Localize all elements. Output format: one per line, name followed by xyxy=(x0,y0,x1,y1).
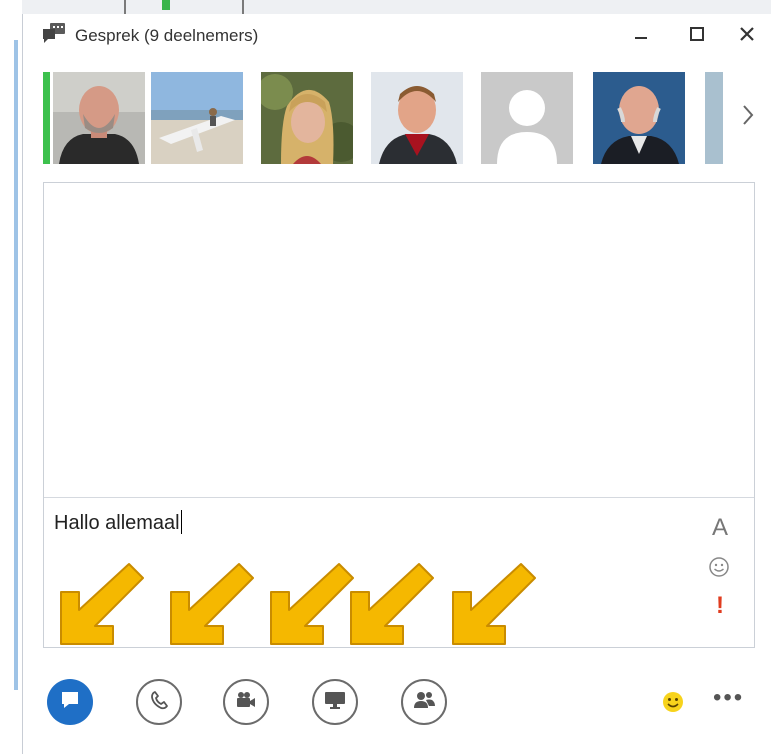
maximize-icon xyxy=(688,25,706,48)
participant-photo-3[interactable] xyxy=(261,72,353,164)
conversation-icon xyxy=(41,22,67,46)
participant-photo-2[interactable] xyxy=(151,72,243,164)
more-options-button[interactable]: ••• xyxy=(713,684,744,712)
title-bar: Gesprek (9 deelnemers) xyxy=(23,14,771,58)
emoticon-button[interactable] xyxy=(708,556,730,583)
participant-photo-7-partial[interactable] xyxy=(705,72,723,164)
participants-button[interactable] xyxy=(401,679,447,725)
font-button[interactable]: A xyxy=(712,514,728,542)
participant-photo-1[interactable] xyxy=(53,72,145,164)
video-call-button[interactable] xyxy=(223,679,269,725)
background-window-edge xyxy=(0,0,22,754)
chat-bubble-icon xyxy=(59,689,81,716)
phone-icon xyxy=(148,689,170,716)
maximize-button[interactable] xyxy=(679,20,715,52)
annotation-arrow-2 xyxy=(170,563,254,645)
monitor-icon xyxy=(323,690,347,715)
participants-next-button[interactable] xyxy=(733,72,763,164)
participant-photo-4[interactable] xyxy=(371,72,463,164)
conversation-window: Gesprek (9 deelnemers) Hallo allemaal A … xyxy=(22,14,771,754)
participant-photo-6[interactable] xyxy=(593,72,685,164)
annotation-arrow-5 xyxy=(452,563,536,645)
participant-strip xyxy=(23,72,771,164)
smiley-icon xyxy=(708,557,730,582)
video-camera-icon xyxy=(234,690,258,715)
minimize-icon xyxy=(632,25,650,48)
audio-call-button[interactable] xyxy=(136,679,182,725)
smiley-icon xyxy=(661,692,685,718)
participant-photo-5-placeholder[interactable] xyxy=(481,72,573,164)
message-history[interactable] xyxy=(44,183,754,498)
high-importance-button[interactable]: ! xyxy=(716,592,724,620)
im-button[interactable] xyxy=(47,679,93,725)
minimize-button[interactable] xyxy=(623,20,659,52)
emoticon-menu-button[interactable] xyxy=(661,690,685,719)
chevron-right-icon xyxy=(741,102,755,134)
people-icon xyxy=(412,690,436,715)
window-title: Gesprek (9 deelnemers) xyxy=(75,26,259,45)
present-button[interactable] xyxy=(312,679,358,725)
compose-text: Hallo allemaal xyxy=(54,510,182,534)
close-button[interactable] xyxy=(729,20,765,52)
close-icon xyxy=(738,25,756,48)
modality-bar: ••• xyxy=(23,664,771,754)
annotation-arrow-1 xyxy=(60,563,144,645)
background-taskbar-strip xyxy=(22,0,771,15)
annotation-arrow-4 xyxy=(350,563,434,645)
